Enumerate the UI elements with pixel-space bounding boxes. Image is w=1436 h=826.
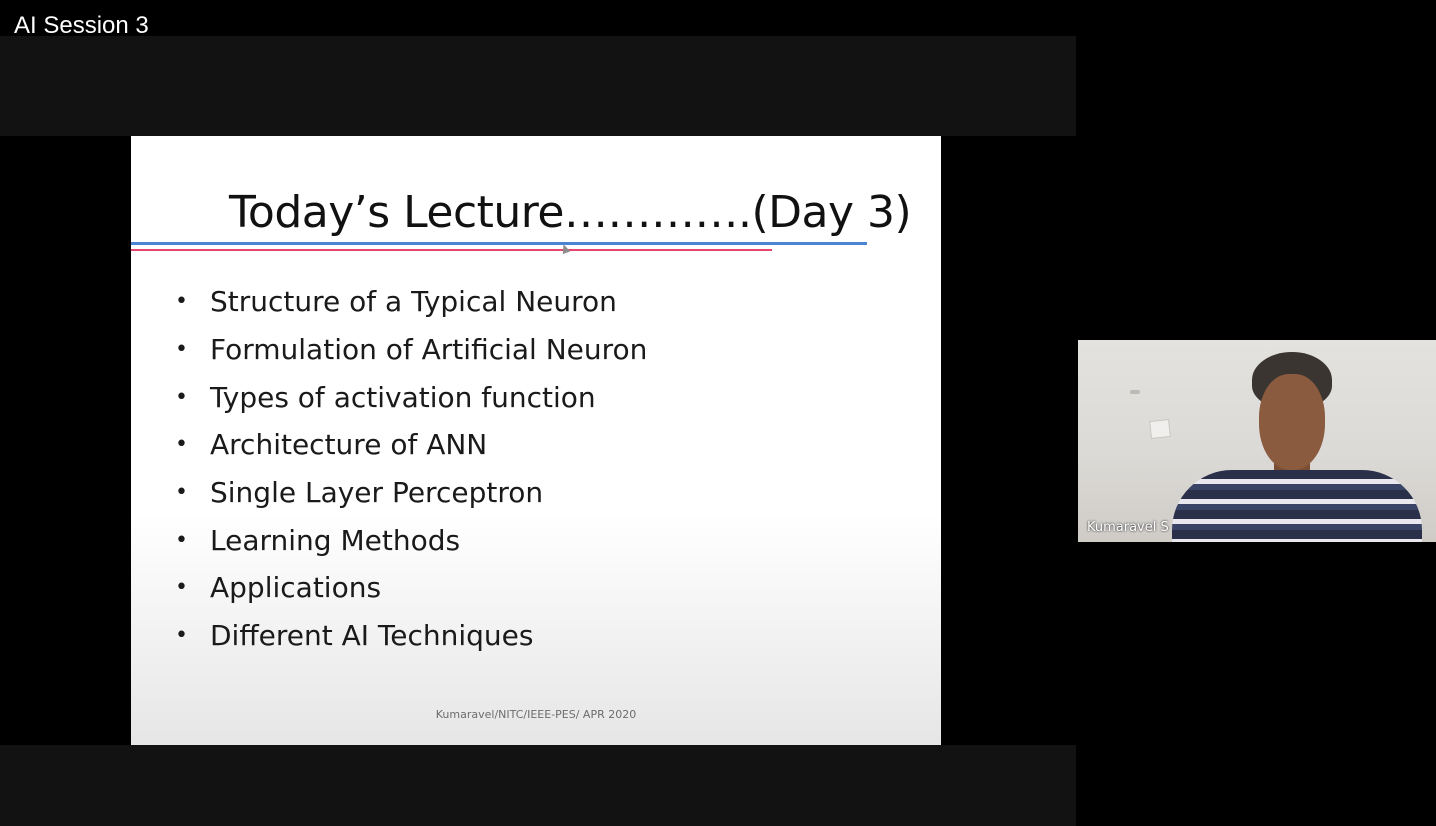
slide-bullet-list: • Structure of a Typical Neuron • Formul… bbox=[175, 278, 647, 660]
bullet-item: • Formulation of Artificial Neuron bbox=[175, 326, 647, 374]
bullet-dot-icon: • bbox=[175, 480, 188, 506]
bullet-dot-icon: • bbox=[175, 289, 188, 315]
participant-face bbox=[1259, 374, 1325, 470]
bullet-text: Structure of a Typical Neuron bbox=[210, 285, 617, 319]
bullet-text: Learning Methods bbox=[210, 523, 461, 557]
participant-shirt bbox=[1172, 470, 1422, 542]
bullet-item: • Learning Methods bbox=[175, 516, 647, 564]
title-underline-blue bbox=[131, 242, 867, 245]
bullet-dot-icon: • bbox=[175, 384, 188, 410]
bullet-text: Formulation of Artificial Neuron bbox=[210, 333, 648, 367]
bullet-dot-icon: • bbox=[175, 575, 188, 601]
bottom-letterbox-band bbox=[0, 745, 1076, 826]
bullet-item: • Structure of a Typical Neuron bbox=[175, 278, 647, 326]
bullet-item: • Applications bbox=[175, 564, 647, 612]
presentation-slide: Today’s Lecture………….(Day 3) • Structure … bbox=[131, 136, 941, 745]
video-title: AI Session 3 bbox=[14, 12, 149, 39]
title-underline-pink bbox=[131, 249, 772, 251]
bullet-dot-icon: • bbox=[175, 623, 188, 649]
bullet-text: Different AI Techniques bbox=[210, 619, 534, 653]
participant-name-label: Kumaravel S bbox=[1087, 520, 1169, 535]
bullet-item: • Single Layer Perceptron bbox=[175, 469, 647, 517]
participant-video-tile[interactable]: Kumaravel S bbox=[1078, 340, 1436, 542]
bullet-dot-icon: • bbox=[175, 337, 188, 363]
bullet-item: • Different AI Techniques bbox=[175, 612, 647, 660]
bullet-item: • Architecture of ANN bbox=[175, 421, 647, 469]
slide-title: Today’s Lecture………….(Day 3) bbox=[229, 187, 912, 238]
bullet-dot-icon: • bbox=[175, 527, 188, 553]
top-letterbox-band bbox=[0, 36, 1076, 136]
bullet-text: Single Layer Perceptron bbox=[210, 476, 544, 510]
bullet-item: • Types of activation function bbox=[175, 373, 647, 421]
bullet-text: Types of activation function bbox=[210, 380, 596, 414]
bullet-dot-icon: • bbox=[175, 432, 188, 458]
participant-video-feed bbox=[1128, 340, 1436, 542]
bullet-text: Applications bbox=[210, 571, 382, 605]
bullet-text: Architecture of ANN bbox=[210, 428, 488, 462]
slide-footer: Kumaravel/NITC/IEEE-PES/ APR 2020 bbox=[435, 708, 637, 721]
